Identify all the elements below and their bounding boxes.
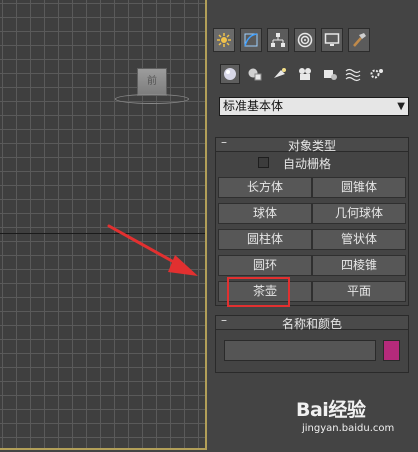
object-category-dropdown[interactable]: 标准基本体 ▼ xyxy=(219,97,409,116)
helpers-icon xyxy=(324,70,337,80)
helpers-category-button[interactable] xyxy=(320,64,340,84)
display-tab[interactable] xyxy=(321,28,343,52)
geosphere-button[interactable]: 几何球体 xyxy=(312,203,406,224)
shapes-category-button[interactable] xyxy=(245,64,265,84)
baidu-jingyan-watermark: Bai经验 jingyan.baidu.com xyxy=(296,393,414,449)
object-type-rollout-header[interactable]: – 对象类型 xyxy=(216,135,408,153)
create-tab[interactable] xyxy=(213,28,235,52)
box-button[interactable]: 长方体 xyxy=(218,177,312,198)
create-tab-icon xyxy=(217,33,231,47)
watermark-site: jingyan.baidu.com xyxy=(302,423,395,434)
geometry-category-button[interactable] xyxy=(220,64,240,84)
space-warps-icon xyxy=(345,68,361,82)
view-cube[interactable]: 前 xyxy=(137,68,167,96)
display-tab-icon xyxy=(324,33,340,46)
modify-tab[interactable] xyxy=(240,28,262,52)
autogrid-label: 自动栅格 xyxy=(283,157,332,171)
watermark-brand: Bai经验 xyxy=(296,399,366,421)
modify-tab-icon xyxy=(244,33,258,47)
cameras-category-button[interactable] xyxy=(295,64,315,84)
name-and-color-title: 名称和颜色 xyxy=(281,317,342,331)
cylinder-button[interactable]: 圆柱体 xyxy=(218,229,312,250)
lights-category-button[interactable] xyxy=(270,64,290,84)
teapot-highlight-box xyxy=(227,277,290,307)
utilities-tab-icon xyxy=(353,33,366,47)
view-cube-ring[interactable] xyxy=(115,94,189,104)
object-name-input[interactable] xyxy=(224,340,376,361)
hierarchy-tab[interactable] xyxy=(267,28,289,52)
plane-button[interactable]: 平面 xyxy=(312,281,406,302)
annotation-arrow-icon xyxy=(107,224,198,276)
sphere-button[interactable]: 球体 xyxy=(218,203,312,224)
object-color-swatch[interactable] xyxy=(383,340,400,361)
utilities-tab[interactable] xyxy=(348,28,370,52)
pyramid-button[interactable]: 四棱锥 xyxy=(312,255,406,276)
shapes-icon xyxy=(248,68,262,81)
name-and-color-rollout-header[interactable]: – 名称和颜色 xyxy=(216,313,408,331)
chevron-down-icon[interactable]: ▼ xyxy=(397,98,405,115)
dropdown-value: 标准基本体 xyxy=(223,99,284,113)
cameras-icon xyxy=(299,68,311,80)
torus-button[interactable]: 圆环 xyxy=(218,255,312,276)
systems-icon xyxy=(370,69,383,79)
motion-tab-icon xyxy=(297,32,313,48)
space-warps-category-button[interactable] xyxy=(343,64,363,84)
tube-button[interactable]: 管状体 xyxy=(312,229,406,250)
motion-tab[interactable] xyxy=(294,28,316,52)
hierarchy-tab-icon xyxy=(271,33,285,47)
cone-button[interactable]: 圆锥体 xyxy=(312,177,406,198)
object-type-title: 对象类型 xyxy=(287,139,336,153)
perspective-viewport[interactable]: 前 xyxy=(0,0,207,450)
geometry-icon xyxy=(224,68,236,80)
lights-icon xyxy=(274,68,286,78)
systems-category-button[interactable] xyxy=(367,64,387,84)
autogrid-checkbox[interactable] xyxy=(258,157,269,168)
